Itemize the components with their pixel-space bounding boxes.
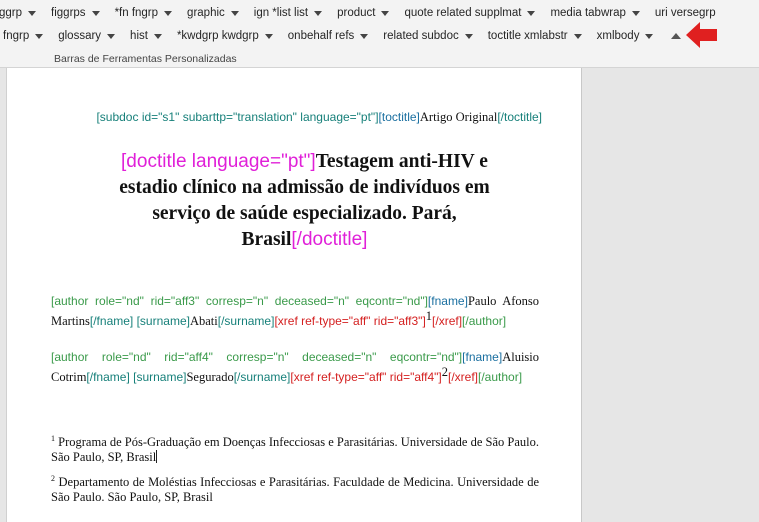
toolbar-menu-product[interactable]: product [334,3,401,23]
toolbar-menu-label: media tabwrap [550,7,626,19]
dropdown-arrow-icon[interactable] [28,10,37,16]
affiliation-number: 2 [51,474,55,483]
document-area: [subdoc id="s1" subarttp="translation" l… [0,68,759,522]
surname-open-tag: [surname] [133,370,187,384]
dropdown-arrow-icon[interactable] [164,10,173,16]
toolbar-menu-label: product [337,7,376,19]
toolbar-menu-label: related subdoc [383,30,459,42]
author-block: [author role="nd" rid="aff3" corresp="n"… [51,294,539,329]
toolbar-menu-media-tabwrap[interactable]: media tabwrap [547,3,651,23]
dropdown-arrow-icon[interactable] [464,33,473,39]
toolbar-menu-quote-related-supplmat[interactable]: quote related supplmat [401,3,547,23]
toolbar-menu-onbehalf-refs[interactable]: onbehalf refs [285,26,381,46]
toolbar-menu-label: toctitle xmlabstr [487,30,568,42]
dropdown-arrow-icon[interactable] [91,10,100,16]
collapse-ribbon-icon[interactable] [671,33,682,39]
toolbar-menu-related-subdoc[interactable]: related subdoc [380,26,484,46]
toolbar-menu-figgrps[interactable]: figgrps [48,3,112,23]
doctitle-open-tag: [doctitle language="pt"] [121,151,316,172]
author-open-tag: [author role="nd" rid="aff3" corresp="n"… [51,294,428,308]
document-page[interactable]: [subdoc id="s1" subarttp="translation" l… [6,68,582,522]
toolbar-menu-label: xmlbody [596,30,640,42]
surname-open-tag: [surname] [136,314,190,328]
toctitle-close-tag: [/toctitle] [497,110,542,124]
doctitle-block: [doctitle language="pt"]Testagem anti-HI… [67,148,542,252]
author-open-tag: [author role="nd" rid="aff4" corresp="n"… [51,350,463,364]
xref-close-tag: [/xref] [432,314,463,328]
toolbar-menu-ggrp[interactable]: ggrp [0,3,48,23]
surname-close-tag: [/surname] [233,370,291,384]
dropdown-arrow-icon[interactable] [153,33,162,39]
red-arrow-pointer-icon [685,20,719,53]
toolbar-menu-label: onbehalf refs [287,30,355,42]
toolbar-menu-graphic[interactable]: graphic [184,3,251,23]
toolbar-menu-label: glossary [58,30,102,42]
toolbar-menu-label: ign *list list [253,7,309,19]
dropdown-arrow-icon[interactable] [314,10,323,16]
author-block: [author role="nd" rid="aff4" corresp="n"… [51,350,539,385]
affiliation-text: Departamento de Moléstias Infecciosas e … [51,475,540,505]
doctitle-text-1: Testagem anti-HIV e [315,151,488,172]
doctitle-text-2: estadio clínico na admissão de indivíduo… [119,177,490,198]
toolbar-menu-fngrp[interactable]: fngrp [0,26,55,46]
author-surname: Abati [189,314,218,328]
text-cursor [156,450,158,464]
fname-open-tag: [fname] [427,294,468,308]
toolbar-menu-label: hist [130,30,148,42]
dropdown-arrow-icon[interactable] [230,10,239,16]
author-close-tag: [/author] [478,370,523,384]
toolbar-menu-label: figgrps [51,7,86,19]
toolbar-menu-ign-list-list[interactable]: ign *list list [251,3,334,23]
toolbar-menu-fn-fngrp[interactable]: *fn fngrp [112,3,184,23]
toolbar-menu-label: quote related supplmat [404,7,522,19]
author-surname: Segurado [186,370,234,384]
toctitle-text: Artigo Original [419,110,498,124]
ribbon-group-label: Barras de Ferramentas Personalizadas [54,53,237,65]
doctitle-close-tag: [/doctitle] [291,229,368,250]
fname-close-tag: [/fname] [89,314,134,328]
custom-toolbars-ribbon: ggrp figgrps *fn fngrp graphic ign *list lis… [0,0,759,68]
toolbar-menu-label: fngrp [3,30,30,42]
fname-close-tag: [/fname] [86,370,130,384]
toctitle-open-tag: [toctitle] [378,110,420,124]
affiliation-number: 1 [51,434,55,443]
author-close-tag: [/author] [462,314,507,328]
toolbar-menu-glossary[interactable]: glossary [55,26,127,46]
toolbar-menu-xmlbody[interactable]: xmlbody [594,26,666,46]
xref-close-tag: [/xref] [448,370,479,384]
dropdown-arrow-icon[interactable] [381,10,390,16]
toolbar-menu-label: graphic [187,7,225,19]
subdoc-line: [subdoc id="s1" subarttp="translation" l… [67,110,542,125]
dropdown-arrow-icon[interactable] [573,33,582,39]
toolbar-menu-label: ggrp [0,7,23,19]
toolbar-menu-label: *kwdgrp kwdgrp [176,30,259,42]
xref-open-tag: [xref ref-type="aff" rid="aff3"] [274,314,426,328]
dropdown-arrow-icon[interactable] [264,33,273,39]
toolbar-menu-hist[interactable]: hist [127,26,174,46]
dropdown-arrow-icon[interactable] [631,10,640,16]
toolbar-menu-label: uri versegrp [654,7,716,19]
doctitle-text-3: serviço de saúde especializado. Pará, [152,203,457,224]
dropdown-arrow-icon[interactable] [527,10,536,16]
surname-close-tag: [/surname] [217,314,275,328]
affiliation-paragraph: 2 Departamento de Moléstias Infecciosas … [51,471,539,505]
toolbar-row-1: ggrp figgrps *fn fngrp graphic ign *list lis… [0,2,723,24]
dropdown-arrow-icon[interactable] [107,33,116,39]
affiliation-text: Programa de Pós-Graduação em Doenças Inf… [51,435,539,465]
toolbar-row-2: fngrp glossary hist *kwdgrp kwdgrp onbehalf … [0,21,719,48]
toolbar-menu-toctitle-xmlabstr[interactable]: toctitle xmlabstr [485,26,594,46]
doctitle-text-4: Brasil [241,229,292,250]
affiliation-paragraph: 1 Programa de Pós-Graduação em Doenças I… [51,431,539,465]
toolbar-menu-kwdgrp-kwdgrp[interactable]: *kwdgrp kwdgrp [174,26,285,46]
dropdown-arrow-icon[interactable] [645,33,654,39]
dropdown-arrow-icon[interactable] [360,33,369,39]
xref-open-tag: [xref ref-type="aff" rid="aff4"] [290,370,442,384]
dropdown-arrow-icon[interactable] [35,33,44,39]
toolbar-menu-label: *fn fngrp [114,7,159,19]
fname-open-tag: [fname] [462,350,503,364]
subdoc-open-tag: [subdoc id="s1" subarttp="translation" l… [96,110,379,124]
